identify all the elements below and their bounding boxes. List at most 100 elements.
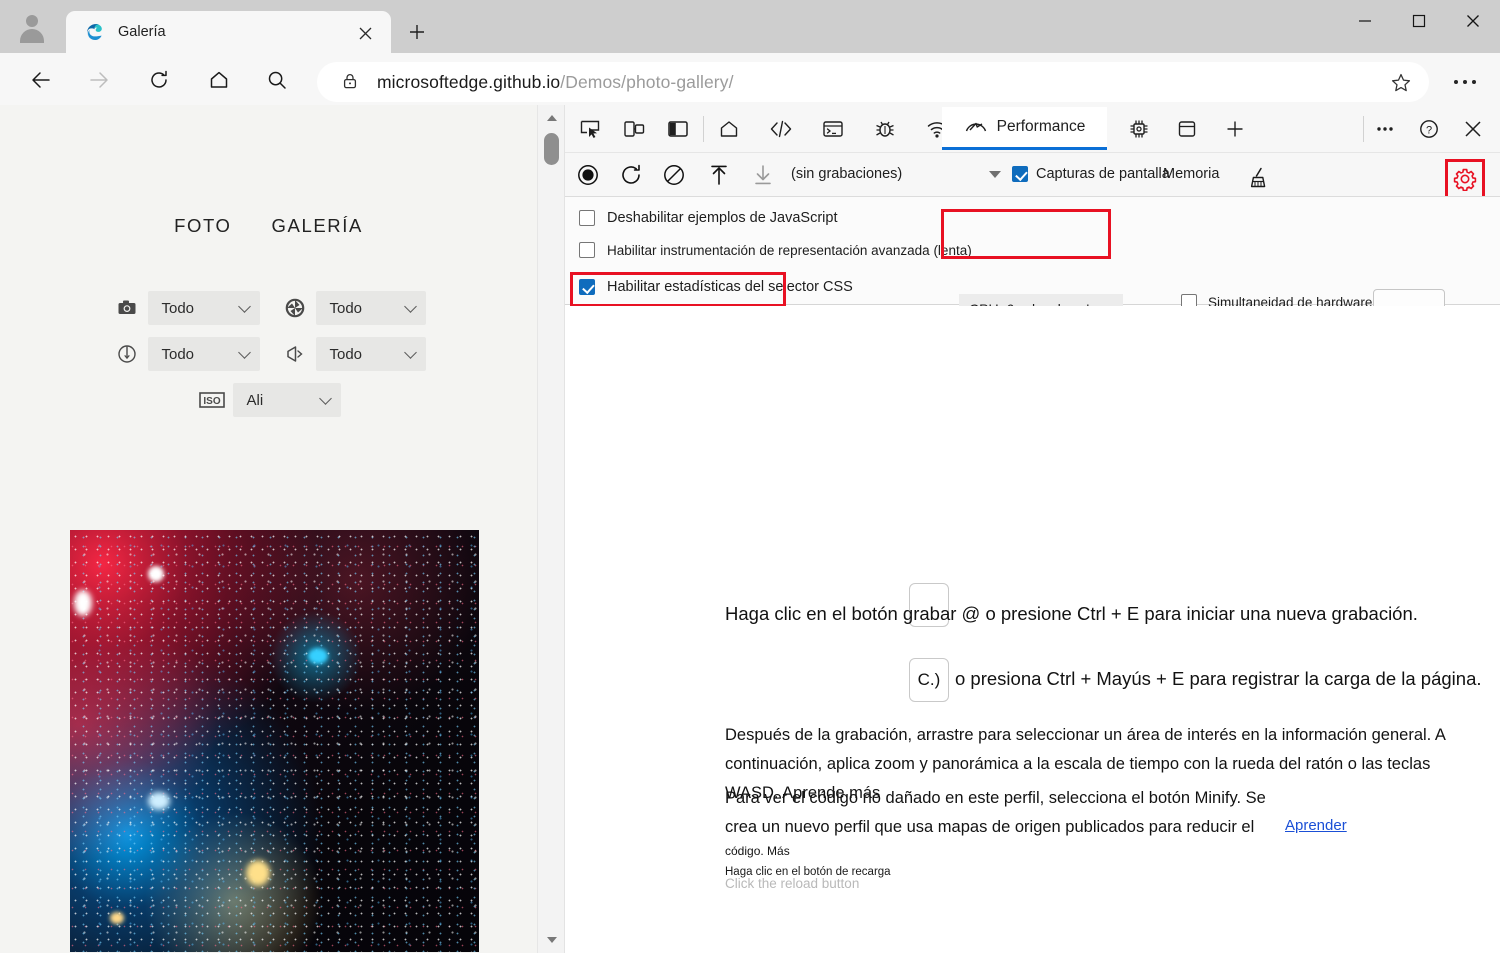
devtools-panel: Performance ?	[564, 105, 1500, 953]
elements-code-icon[interactable]	[766, 114, 796, 144]
browser-more-icon[interactable]	[1443, 66, 1487, 98]
performance-empty-state: Haga clic en el botón grabar @ o presion…	[565, 306, 1500, 953]
filter-aperture-select[interactable]: Todo	[316, 291, 426, 325]
memory-chip-icon[interactable]	[1124, 114, 1154, 144]
filter-flash-value: Todo	[330, 346, 363, 363]
download-profile-icon[interactable]	[748, 160, 778, 190]
reload-and-record-icon[interactable]	[616, 160, 646, 190]
page-scrollbar[interactable]	[537, 105, 564, 953]
url-path: /Demos/photo-gallery/	[560, 72, 733, 92]
photo-bokeh-2	[74, 590, 92, 616]
filter-shutter-value: Todo	[162, 346, 195, 363]
clear-recording-icon[interactable]	[659, 160, 689, 190]
window-minimize-button[interactable]	[1342, 0, 1388, 42]
memory-toggle[interactable]: Memoria	[1163, 166, 1219, 182]
empty-state-line-1: Haga clic en el botón grabar @ o presion…	[725, 603, 1418, 625]
filter-camera-select[interactable]: Todo	[148, 291, 260, 325]
broom-icon[interactable]	[1248, 166, 1272, 190]
chevron-down-icon	[238, 300, 251, 313]
setting-advanced-paint-instrumentation[interactable]: Habilitar instrumentación de representac…	[579, 242, 972, 258]
recordings-status: (sin grabaciones)	[791, 166, 902, 182]
tab-performance-label: Performance	[997, 118, 1086, 136]
chevron-down-icon	[319, 392, 332, 405]
chevron-down-icon	[404, 346, 417, 359]
edge-logo-icon	[84, 22, 104, 42]
capture-settings-gear-button[interactable]	[1445, 159, 1485, 199]
profile-button[interactable]	[8, 4, 56, 50]
tab-performance[interactable]: Performance	[942, 107, 1107, 150]
filter-flash-select[interactable]: Todo	[316, 337, 426, 371]
photo-bokeh-5	[246, 860, 270, 886]
dock-side-icon[interactable]	[663, 114, 693, 144]
lock-icon	[341, 72, 361, 92]
empty-state-line-2-small-en: Click the reload button	[725, 876, 859, 891]
add-tool-plus-icon[interactable]	[1220, 114, 1250, 144]
setting-disable-js-samples[interactable]: Deshabilitar ejemplos de JavaScript	[579, 210, 838, 226]
gallery-tab-foto[interactable]: FOTO	[174, 215, 231, 237]
sources-debugger-icon[interactable]	[870, 114, 900, 144]
screenshots-checkbox[interactable]	[1012, 166, 1028, 182]
setting-css-selector-stats[interactable]: Habilitar estadísticas del selector CSS	[579, 279, 853, 295]
filter-iso-select[interactable]: Ali	[233, 383, 341, 417]
filter-flash: Todo	[280, 337, 426, 371]
device-emulation-icon[interactable]	[619, 114, 649, 144]
shutter-speed-icon	[112, 339, 142, 369]
toolbar-divider-right	[1363, 116, 1364, 142]
reload-icon[interactable]	[138, 62, 180, 98]
photo-gallery-page: FOTO GALERÍA Todo	[0, 105, 537, 953]
more-tools-icon[interactable]	[1370, 114, 1400, 144]
empty-state-paragraph-4: Para ver el código no dañado en este per…	[725, 784, 1285, 842]
svg-text:?: ?	[1426, 124, 1432, 136]
upload-profile-icon[interactable]	[704, 160, 734, 190]
scroll-up-arrow-icon[interactable]	[538, 107, 565, 129]
toolbar-divider	[703, 116, 704, 142]
gallery-tab-galeria[interactable]: GALERÍA	[272, 215, 363, 237]
home-icon[interactable]	[198, 62, 240, 98]
performance-gauge-icon	[964, 117, 988, 137]
photo-bokeh-1	[148, 566, 164, 582]
filter-shutter-select[interactable]: Todo	[148, 337, 260, 371]
record-icon[interactable]	[573, 160, 603, 190]
disable-js-samples-checkbox[interactable]	[579, 210, 595, 226]
css-selector-stats-checkbox[interactable]	[579, 279, 595, 295]
filter-aperture-value: Todo	[330, 300, 363, 317]
help-icon[interactable]: ?	[1414, 114, 1444, 144]
tab-close-icon[interactable]	[353, 21, 377, 45]
filter-row-3: ISO Ali	[0, 383, 537, 417]
address-bar[interactable]: microsoftedge.github.io/Demos/photo-gall…	[317, 62, 1429, 102]
inspect-element-icon[interactable]	[575, 114, 605, 144]
capture-settings-panel: Deshabilitar ejemplos de JavaScript Habi…	[565, 196, 1500, 305]
new-tab-button[interactable]	[400, 16, 434, 48]
scrollbar-thumb[interactable]	[544, 133, 559, 165]
browser-tab[interactable]: Galería	[66, 11, 391, 53]
advanced-paint-instrumentation-checkbox[interactable]	[579, 242, 595, 258]
welcome-home-icon[interactable]	[714, 114, 744, 144]
learn-more-link[interactable]: Aprender	[1285, 817, 1347, 834]
application-storage-icon[interactable]	[1172, 114, 1202, 144]
search-icon[interactable]	[256, 62, 298, 98]
recordings-dropdown-caret-icon[interactable]	[989, 171, 1001, 178]
url-text: microsoftedge.github.io/Demos/photo-gall…	[377, 72, 734, 93]
window-maximize-button[interactable]	[1396, 0, 1442, 42]
console-icon[interactable]	[818, 114, 848, 144]
window-close-button[interactable]	[1450, 0, 1496, 42]
scroll-down-arrow-icon[interactable]	[538, 929, 565, 951]
photo-bokeh-6	[110, 912, 124, 924]
reload-button-placeholder: C.)	[909, 658, 949, 702]
devtools-tabbar: Performance ?	[565, 105, 1500, 152]
chevron-down-icon	[404, 300, 417, 313]
back-button[interactable]	[20, 62, 62, 98]
gallery-photo[interactable]	[70, 530, 479, 952]
close-devtools-icon[interactable]	[1458, 114, 1488, 144]
filter-shutter: Todo	[112, 337, 260, 371]
favorite-star-icon[interactable]	[1387, 69, 1415, 97]
screenshots-toggle[interactable]: Capturas de pantalla	[1012, 166, 1170, 182]
gallery-tabs: FOTO GALERÍA	[0, 215, 537, 237]
browser-window: Galería	[0, 0, 1500, 953]
aperture-icon	[280, 293, 310, 323]
performance-toolbar: (sin grabaciones) Capturas de pantalla M…	[565, 152, 1500, 196]
forward-button[interactable]	[78, 62, 120, 98]
filter-aperture: Todo	[280, 291, 426, 325]
filter-row-1: Todo Todo	[0, 291, 537, 325]
filter-camera: Todo	[112, 291, 260, 325]
